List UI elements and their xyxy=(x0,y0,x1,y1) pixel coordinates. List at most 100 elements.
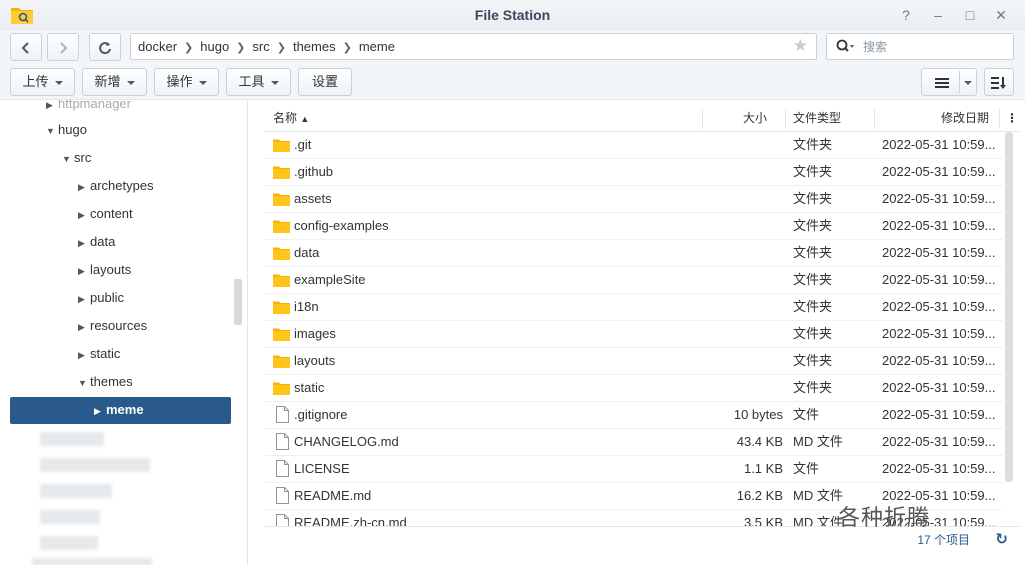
caret-down-icon: ▼ xyxy=(78,378,87,388)
file-name: LICENSE xyxy=(294,461,350,476)
maximize-icon[interactable]: □ xyxy=(961,6,979,24)
table-row[interactable]: data 文件夹 2022-05-31 10:59... xyxy=(265,240,1003,267)
column-type[interactable]: 文件类型 xyxy=(793,105,841,132)
table-row[interactable]: static 文件夹 2022-05-31 10:59... xyxy=(265,375,1003,402)
caret-right-icon: ▶ xyxy=(78,238,85,248)
sort-button[interactable] xyxy=(984,68,1014,96)
action-button[interactable]: 操作 xyxy=(154,68,219,96)
sidebar-scrollbar[interactable] xyxy=(234,279,242,325)
tree-item-data[interactable]: ▶ data xyxy=(78,228,115,256)
file-type: 文件夹 xyxy=(793,137,833,152)
file-name: layouts xyxy=(294,353,336,368)
column-divider xyxy=(702,109,703,129)
folder-icon xyxy=(273,301,290,314)
file-name: images xyxy=(294,326,336,341)
table-row[interactable]: images 文件夹 2022-05-31 10:59... xyxy=(265,321,1003,348)
chevron-right-icon: ❯ xyxy=(236,42,246,54)
file-name: static xyxy=(294,380,325,395)
column-divider xyxy=(785,109,786,129)
table-row[interactable]: CHANGELOG.md 43.4 KB MD 文件 2022-05-31 10:59… xyxy=(265,429,1003,456)
table-row[interactable]: .git 文件夹 2022-05-31 10:59... xyxy=(265,132,1003,159)
star-icon[interactable]: ★ xyxy=(793,36,808,56)
tree-item-archetypes[interactable]: ▶ archetypes xyxy=(78,172,154,200)
caret-right-icon: ▶ xyxy=(78,294,85,304)
tree-item-label: httpmanager xyxy=(58,100,131,111)
file-modified: 2022-05-31 10:59... xyxy=(882,218,996,233)
breadcrumb-item[interactable]: src xyxy=(245,34,276,59)
folder-icon xyxy=(273,220,290,233)
table-row[interactable]: exampleSite 文件夹 2022-05-31 10:59... xyxy=(265,267,1003,294)
search-icon[interactable] xyxy=(835,38,855,56)
file-type: 文件夹 xyxy=(793,299,833,314)
file-modified: 2022-05-31 10:59... xyxy=(882,407,996,422)
upload-button[interactable]: 上传 xyxy=(10,68,75,96)
tree-item-layouts[interactable]: ▶ layouts xyxy=(78,256,131,284)
file-modified: 2022-05-31 10:59... xyxy=(882,137,996,152)
tree-item-meme[interactable]: ▶ meme xyxy=(94,396,144,424)
back-button[interactable] xyxy=(10,33,42,61)
folder-icon xyxy=(273,328,290,341)
tree-item-static[interactable]: ▶ static xyxy=(78,340,120,368)
search-input[interactable] xyxy=(863,38,1009,56)
table-row[interactable]: .github 文件夹 2022-05-31 10:59... xyxy=(265,159,1003,186)
minimize-icon[interactable]: – xyxy=(929,6,947,24)
breadcrumb-item[interactable]: meme xyxy=(352,34,402,59)
file-size xyxy=(705,348,783,374)
watermark: 各种折腾 xyxy=(838,506,931,531)
table-row[interactable]: i18n 文件夹 2022-05-31 10:59... xyxy=(265,294,1003,321)
table-row[interactable]: config-examples 文件夹 2022-05-31 10:59... xyxy=(265,213,1003,240)
refresh-button[interactable] xyxy=(89,33,121,61)
blurred-item xyxy=(40,510,100,524)
create-button[interactable]: 新增 xyxy=(82,68,147,96)
search-box xyxy=(826,33,1014,60)
file-type: 文件夹 xyxy=(793,218,833,233)
file-type: 文件夹 xyxy=(793,353,833,368)
folder-icon xyxy=(273,355,290,368)
file-icon xyxy=(276,433,289,450)
folder-icon xyxy=(273,193,290,206)
tree-item-resources[interactable]: ▶ resources xyxy=(78,312,147,340)
column-name[interactable]: 名称 ▲ xyxy=(273,105,309,132)
caret-right-icon: ▶ xyxy=(78,210,85,220)
tree-item-themes[interactable]: ▼ themes xyxy=(78,368,133,396)
file-name: .git xyxy=(294,137,312,152)
tools-button[interactable]: 工具 xyxy=(226,68,291,96)
file-type: 文件 xyxy=(793,407,820,422)
breadcrumb-item[interactable]: docker xyxy=(131,34,184,59)
file-modified: 2022-05-31 10:59... xyxy=(882,299,996,314)
tree-item-content[interactable]: ▶ content xyxy=(78,200,133,228)
column-divider xyxy=(999,109,1000,129)
help-icon[interactable]: ? xyxy=(897,6,915,24)
forward-button[interactable] xyxy=(47,33,79,61)
file-size xyxy=(705,186,783,212)
breadcrumb-item[interactable]: hugo xyxy=(193,34,236,59)
tree-item-hugo[interactable]: ▼ hugo xyxy=(46,116,87,144)
view-mode-button[interactable] xyxy=(921,68,977,96)
file-size xyxy=(705,240,783,266)
refresh-icon[interactable]: ↻ xyxy=(995,530,1008,548)
table-row[interactable]: LICENSE 1.1 KB 文件 2022-05-31 10:59... xyxy=(265,456,1003,483)
settings-button[interactable]: 设置 xyxy=(298,68,352,96)
table-row[interactable]: layouts 文件夹 2022-05-31 10:59... xyxy=(265,348,1003,375)
file-list-header: 名称 ▲ 大小 文件类型 修改日期 ⋮ xyxy=(265,105,1020,132)
folder-icon xyxy=(273,166,290,179)
caret-down-icon xyxy=(126,80,135,85)
file-type: 文件夹 xyxy=(793,380,833,395)
file-list-scrollbar[interactable] xyxy=(1005,132,1013,482)
column-modified[interactable]: 修改日期 xyxy=(941,105,989,132)
breadcrumb-item[interactable]: themes xyxy=(286,34,343,59)
upload-label: 上传 xyxy=(22,74,49,89)
column-options-icon[interactable]: ⋮ xyxy=(1006,105,1018,132)
file-name: .gitignore xyxy=(294,407,348,422)
close-icon[interactable]: ✕ xyxy=(992,6,1010,24)
table-row[interactable]: .gitignore 10 bytes 文件 2022-05-31 10:59... xyxy=(265,402,1003,429)
chevron-left-icon xyxy=(21,41,29,54)
tree-item-label: meme xyxy=(106,402,144,417)
file-size: 43.4 KB xyxy=(736,434,783,449)
tree-item-src[interactable]: ▼ src xyxy=(62,144,91,172)
table-row[interactable]: assets 文件夹 2022-05-31 10:59... xyxy=(265,186,1003,213)
tree-item-public[interactable]: ▶ public xyxy=(78,284,124,312)
blurred-item xyxy=(40,432,104,446)
file-name: data xyxy=(294,245,320,260)
column-size[interactable]: 大小 xyxy=(743,105,767,132)
